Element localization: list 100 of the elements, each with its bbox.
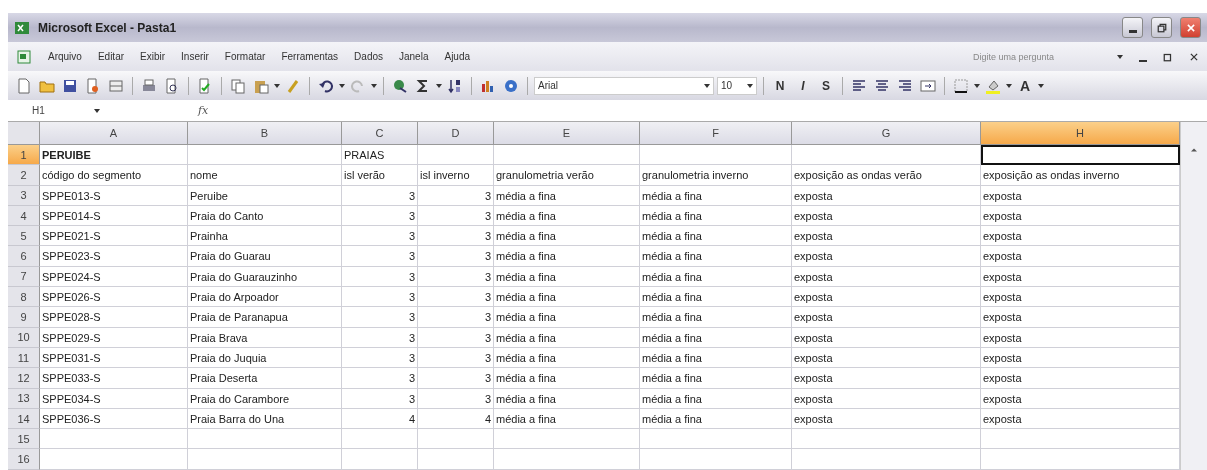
window-title: Microsoft Excel - Pasta1 xyxy=(38,20,177,35)
table-cell: 3 xyxy=(342,266,418,288)
align-left-icon xyxy=(851,77,867,94)
table-cell: PRAIAS xyxy=(342,145,418,166)
italic-button[interactable]: I xyxy=(793,75,813,96)
name-box[interactable]: H1 xyxy=(8,101,108,120)
table-cell: média a fina xyxy=(640,347,792,369)
table-cell: 3 xyxy=(418,205,494,227)
function-label[interactable]: fx xyxy=(198,104,209,117)
column-header[interactable]: D xyxy=(418,122,494,145)
table-cell: isl inverno xyxy=(418,165,494,186)
row-header[interactable]: 5 xyxy=(8,226,40,247)
row-header[interactable]: 2 xyxy=(8,165,40,186)
row-header[interactable]: 9 xyxy=(8,307,40,328)
close-icon xyxy=(1185,22,1196,33)
caret-icon xyxy=(371,83,377,88)
table-cell: 3 xyxy=(418,185,494,206)
caret-icon xyxy=(274,83,280,88)
table-cell: exposta xyxy=(981,185,1180,206)
underline-button[interactable]: S xyxy=(816,75,836,96)
row-header[interactable]: 1 xyxy=(8,145,40,166)
table-cell: isl verão xyxy=(342,165,418,186)
table-cell: SPPE028-S xyxy=(40,307,188,328)
column-header[interactable]: H xyxy=(981,122,1180,145)
menu-item[interactable]: Ajuda xyxy=(444,51,471,62)
table-cell: Praia do Canto xyxy=(188,205,342,227)
table-cell: 3 xyxy=(342,327,418,348)
table-cell: 3 xyxy=(342,226,418,247)
row-header[interactable]: 16 xyxy=(8,449,40,470)
table-cell: média a fina xyxy=(494,287,640,308)
menu-item[interactable]: Dados xyxy=(354,51,383,62)
menu-item[interactable]: Editar xyxy=(97,51,125,62)
table-cell: Prainha xyxy=(188,226,342,247)
table-cell: exposta xyxy=(981,246,1180,267)
table-cell: 4 xyxy=(342,408,418,430)
row-header[interactable]: 15 xyxy=(8,429,40,450)
menu-item[interactable]: Janela xyxy=(399,51,429,62)
new-document-icon xyxy=(16,77,32,94)
bold-button[interactable]: N xyxy=(770,75,790,96)
menu-item[interactable]: Inserir xyxy=(181,51,209,62)
menu-item[interactable]: Arquivo xyxy=(48,51,82,62)
row-header[interactable]: 11 xyxy=(8,347,40,369)
menu-item[interactable]: Formatar xyxy=(224,51,266,62)
table-cell: 3 xyxy=(418,287,494,308)
restore-button[interactable] xyxy=(1151,17,1172,38)
row-header[interactable]: 10 xyxy=(8,327,40,348)
minimize-button[interactable] xyxy=(1122,17,1143,38)
column-header[interactable]: E xyxy=(494,122,640,145)
active-cell[interactable] xyxy=(981,145,1180,166)
menu-item[interactable]: Ferramentas xyxy=(281,51,339,62)
table-cell: média a fina xyxy=(640,266,792,288)
caret-icon xyxy=(94,108,100,113)
table-cell: Praia Deserta xyxy=(188,368,342,389)
caret-icon xyxy=(747,83,753,88)
table-cell: média a fina xyxy=(494,205,640,227)
vertical-scrollbar[interactable] xyxy=(1180,122,1207,470)
table-cell: exposta xyxy=(792,307,981,328)
row-header[interactable]: 4 xyxy=(8,205,40,227)
table-cell: 3 xyxy=(342,347,418,369)
table-cell: 3 xyxy=(418,368,494,389)
row-header[interactable]: 7 xyxy=(8,266,40,288)
table-cell: código do segmento xyxy=(40,165,188,186)
table-cell: exposta xyxy=(981,266,1180,288)
table-cell: exposição as ondas verão xyxy=(792,165,981,186)
close-button[interactable] xyxy=(1180,17,1201,38)
close-icon xyxy=(1189,51,1199,62)
column-header[interactable]: F xyxy=(640,122,792,145)
menu-item[interactable]: Exibir xyxy=(140,51,166,62)
table-cell: SPPE024-S xyxy=(40,266,188,288)
table-cell: SPPE013-S xyxy=(40,185,188,206)
column-header[interactable]: A xyxy=(40,122,188,145)
scroll-up-icon xyxy=(1190,146,1198,154)
undo-icon xyxy=(318,77,334,94)
table-cell: média a fina xyxy=(640,185,792,206)
row-header[interactable]: 12 xyxy=(8,368,40,389)
table-cell: média a fina xyxy=(640,368,792,389)
table-cell: 3 xyxy=(418,388,494,409)
table-cell: Praia de Paranapua xyxy=(188,307,342,328)
caret-icon xyxy=(1006,83,1012,88)
table-cell: granulometria verão xyxy=(494,165,640,186)
table-cell: 3 xyxy=(342,185,418,206)
font-size-field[interactable]: 10 xyxy=(717,76,757,95)
table-cell: Peruibe xyxy=(188,185,342,206)
row-header[interactable]: 14 xyxy=(8,408,40,430)
column-header[interactable]: B xyxy=(188,122,342,145)
font-color-button[interactable]: A xyxy=(1015,75,1035,96)
table-cell: exposta xyxy=(792,266,981,288)
column-header[interactable]: G xyxy=(792,122,981,145)
row-header[interactable]: 6 xyxy=(8,246,40,267)
row-header[interactable]: 13 xyxy=(8,388,40,409)
save-icon xyxy=(62,77,78,94)
row-header[interactable]: 3 xyxy=(8,185,40,206)
table-cell: 4 xyxy=(418,408,494,430)
copy-icon xyxy=(230,77,246,94)
table-cell: média a fina xyxy=(494,246,640,267)
help-search-field[interactable]: Digite uma pergunta xyxy=(971,50,1101,63)
row-header[interactable]: 8 xyxy=(8,287,40,308)
table-cell: SPPE034-S xyxy=(40,388,188,409)
column-header[interactable]: C xyxy=(342,122,418,145)
font-name-field[interactable]: Arial xyxy=(534,76,714,95)
